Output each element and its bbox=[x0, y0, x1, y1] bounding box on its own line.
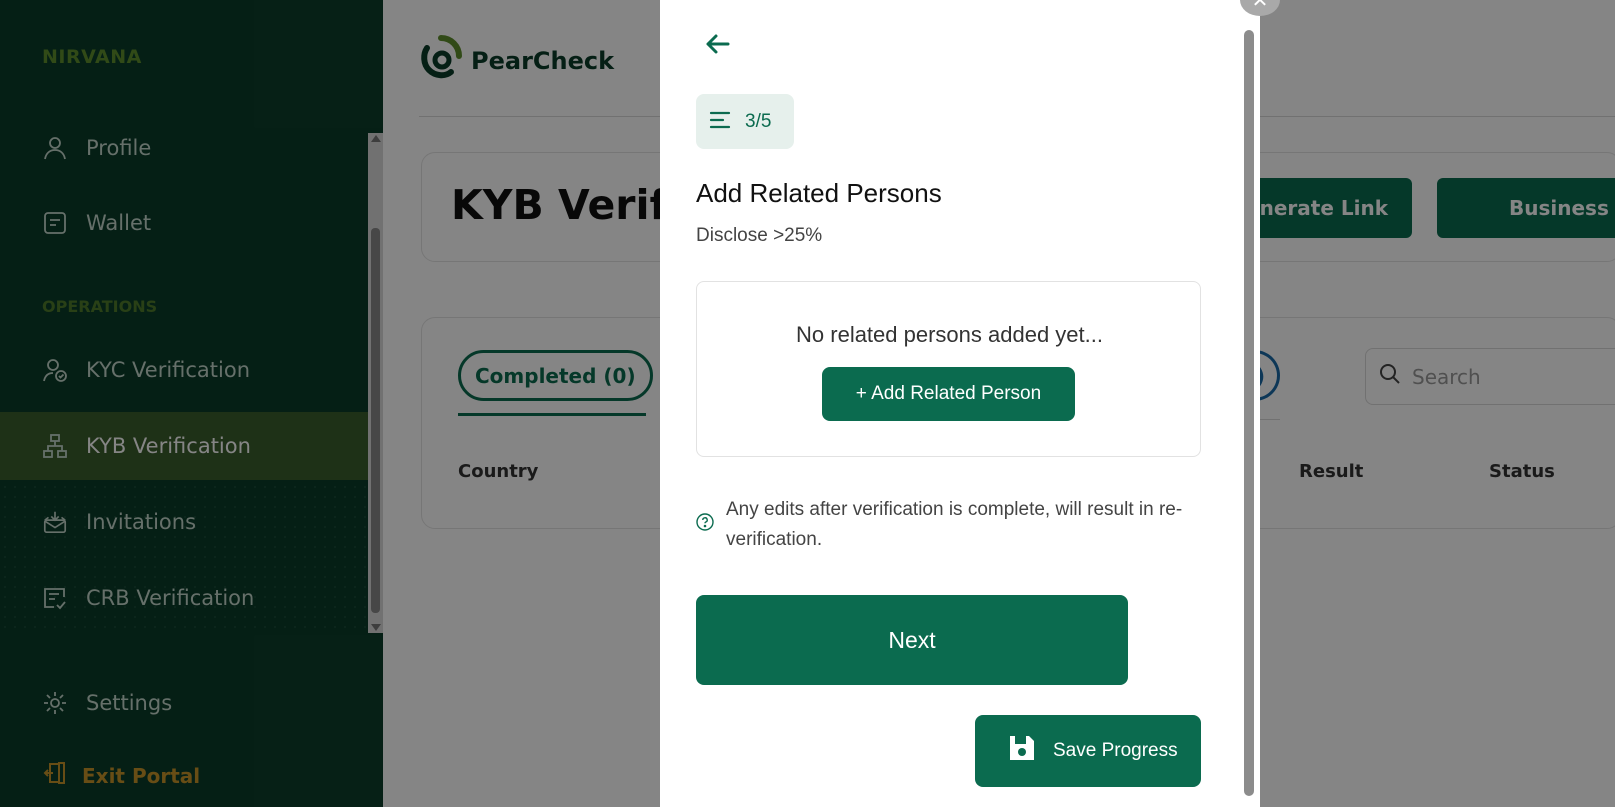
modal-scrollbar[interactable] bbox=[1242, 30, 1256, 800]
related-persons-list: No related persons added yet... + Add Re… bbox=[696, 281, 1201, 457]
step-indicator[interactable]: 3/5 bbox=[696, 94, 794, 149]
info-note: Any edits after verification is complete… bbox=[696, 495, 1206, 555]
close-icon: ✕ bbox=[1251, 0, 1269, 12]
next-button[interactable]: Next bbox=[696, 595, 1128, 685]
modal-subtitle: Disclose >25% bbox=[696, 225, 823, 246]
save-progress-label: Save Progress bbox=[1053, 740, 1178, 761]
save-progress-button[interactable]: Save Progress bbox=[975, 715, 1201, 787]
step-count: 3/5 bbox=[745, 110, 772, 132]
modal-title: Add Related Persons bbox=[696, 178, 942, 208]
empty-state-text: No related persons added yet... bbox=[796, 322, 1103, 347]
back-arrow-icon[interactable] bbox=[702, 28, 734, 60]
floppy-disk-icon bbox=[1007, 733, 1037, 769]
modal-scrollbar-thumb[interactable] bbox=[1244, 30, 1254, 796]
help-circle-icon bbox=[696, 513, 714, 531]
menu-lines-icon bbox=[709, 110, 731, 134]
info-note-text: Any edits after verification is complete… bbox=[726, 499, 1183, 550]
add-related-person-button[interactable]: + Add Related Person bbox=[822, 367, 1075, 421]
